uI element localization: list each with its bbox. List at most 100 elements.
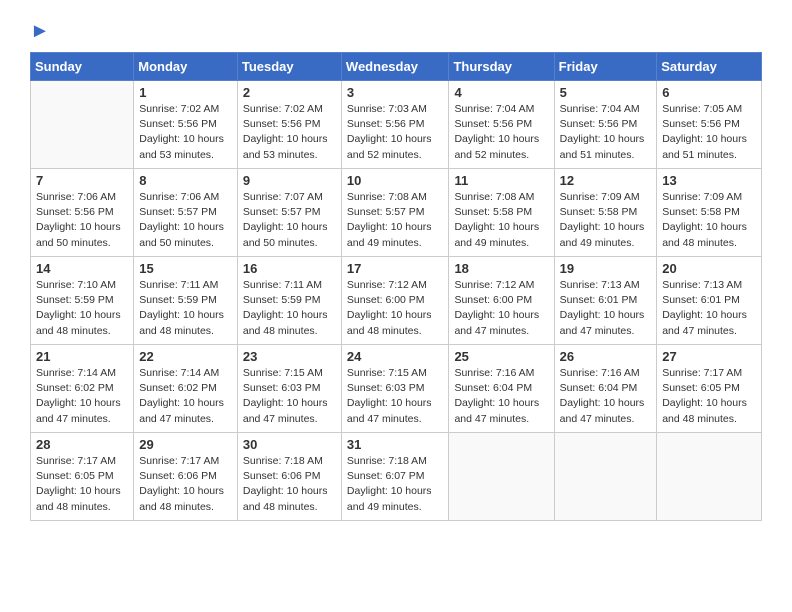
week-row-4: 21Sunrise: 7:14 AMSunset: 6:02 PMDayligh… bbox=[31, 345, 762, 433]
day-number: 15 bbox=[139, 261, 232, 276]
day-info: Sunrise: 7:17 AMSunset: 6:06 PMDaylight:… bbox=[139, 454, 232, 515]
cal-cell: 31Sunrise: 7:18 AMSunset: 6:07 PMDayligh… bbox=[341, 433, 449, 521]
info-line: and 52 minutes. bbox=[454, 149, 529, 161]
info-line: and 48 minutes. bbox=[139, 325, 214, 337]
day-number: 24 bbox=[347, 349, 444, 364]
info-line: Daylight: 10 hours bbox=[347, 133, 432, 145]
info-line: Daylight: 10 hours bbox=[454, 133, 539, 145]
day-number: 16 bbox=[243, 261, 336, 276]
cal-cell: 8Sunrise: 7:06 AMSunset: 5:57 PMDaylight… bbox=[134, 169, 238, 257]
info-line: Sunset: 6:05 PM bbox=[662, 382, 740, 394]
info-line: Sunset: 6:02 PM bbox=[139, 382, 217, 394]
day-info: Sunrise: 7:07 AMSunset: 5:57 PMDaylight:… bbox=[243, 190, 336, 251]
cal-cell: 6Sunrise: 7:05 AMSunset: 5:56 PMDaylight… bbox=[657, 81, 762, 169]
day-number: 27 bbox=[662, 349, 756, 364]
info-line: Sunset: 5:58 PM bbox=[454, 206, 532, 218]
cal-cell: 25Sunrise: 7:16 AMSunset: 6:04 PMDayligh… bbox=[449, 345, 554, 433]
info-line: Sunrise: 7:18 AM bbox=[243, 455, 323, 467]
info-line: Sunset: 6:01 PM bbox=[662, 294, 740, 306]
day-number: 23 bbox=[243, 349, 336, 364]
info-line: Sunset: 6:02 PM bbox=[36, 382, 114, 394]
info-line: and 48 minutes. bbox=[139, 501, 214, 513]
info-line: Daylight: 10 hours bbox=[662, 133, 747, 145]
header-row: SundayMondayTuesdayWednesdayThursdayFrid… bbox=[31, 53, 762, 81]
info-line: Sunrise: 7:11 AM bbox=[139, 279, 218, 291]
info-line: and 50 minutes. bbox=[139, 237, 214, 249]
info-line: Sunrise: 7:08 AM bbox=[347, 191, 427, 203]
info-line: Sunset: 5:56 PM bbox=[560, 118, 638, 130]
day-info: Sunrise: 7:06 AMSunset: 5:57 PMDaylight:… bbox=[139, 190, 232, 251]
info-line: Sunset: 6:04 PM bbox=[454, 382, 532, 394]
info-line: Daylight: 10 hours bbox=[347, 397, 432, 409]
info-line: Daylight: 10 hours bbox=[243, 221, 328, 233]
info-line: Sunrise: 7:13 AM bbox=[662, 279, 742, 291]
info-line: Sunrise: 7:07 AM bbox=[243, 191, 323, 203]
day-info: Sunrise: 7:15 AMSunset: 6:03 PMDaylight:… bbox=[243, 366, 336, 427]
day-info: Sunrise: 7:04 AMSunset: 5:56 PMDaylight:… bbox=[454, 102, 548, 163]
day-info: Sunrise: 7:09 AMSunset: 5:58 PMDaylight:… bbox=[560, 190, 652, 251]
day-number: 10 bbox=[347, 173, 444, 188]
col-header-thursday: Thursday bbox=[449, 53, 554, 81]
col-header-wednesday: Wednesday bbox=[341, 53, 449, 81]
info-line: Sunrise: 7:16 AM bbox=[560, 367, 640, 379]
info-line: Sunrise: 7:15 AM bbox=[347, 367, 427, 379]
week-row-3: 14Sunrise: 7:10 AMSunset: 5:59 PMDayligh… bbox=[31, 257, 762, 345]
info-line: Daylight: 10 hours bbox=[454, 221, 539, 233]
cal-cell: 10Sunrise: 7:08 AMSunset: 5:57 PMDayligh… bbox=[341, 169, 449, 257]
info-line: Sunrise: 7:14 AM bbox=[139, 367, 219, 379]
day-number: 20 bbox=[662, 261, 756, 276]
info-line: Daylight: 10 hours bbox=[36, 221, 121, 233]
day-info: Sunrise: 7:03 AMSunset: 5:56 PMDaylight:… bbox=[347, 102, 444, 163]
info-line: Sunrise: 7:17 AM bbox=[662, 367, 742, 379]
info-line: Sunrise: 7:16 AM bbox=[454, 367, 534, 379]
cal-cell: 11Sunrise: 7:08 AMSunset: 5:58 PMDayligh… bbox=[449, 169, 554, 257]
info-line: Sunset: 5:58 PM bbox=[662, 206, 740, 218]
cal-cell: 7Sunrise: 7:06 AMSunset: 5:56 PMDaylight… bbox=[31, 169, 134, 257]
info-line: and 48 minutes. bbox=[36, 501, 111, 513]
info-line: and 47 minutes. bbox=[36, 413, 111, 425]
info-line: Sunrise: 7:17 AM bbox=[139, 455, 219, 467]
day-number: 2 bbox=[243, 85, 336, 100]
day-number: 29 bbox=[139, 437, 232, 452]
day-info: Sunrise: 7:11 AMSunset: 5:59 PMDaylight:… bbox=[139, 278, 232, 339]
cal-cell: 2Sunrise: 7:02 AMSunset: 5:56 PMDaylight… bbox=[237, 81, 341, 169]
info-line: and 48 minutes. bbox=[662, 413, 737, 425]
day-number: 25 bbox=[454, 349, 548, 364]
cal-cell: 29 Sunrise: 7:17 AMSunset: 6:06 PMDayligh… bbox=[134, 433, 238, 521]
info-line: Sunrise: 7:02 AM bbox=[243, 103, 323, 115]
header: ► bbox=[30, 20, 762, 42]
cal-cell: 20 Sunrise: 7:13 AM Sunset: 6:01 PM Dayligh… bbox=[657, 257, 762, 345]
info-line: and 47 minutes. bbox=[139, 413, 214, 425]
cal-cell: 1Sunrise: 7:02 AMSunset: 5:56 PMDaylight… bbox=[134, 81, 238, 169]
info-line: Sunset: 5:59 PM bbox=[243, 294, 321, 306]
info-line: Sunset: 6:03 PM bbox=[243, 382, 321, 394]
info-line: Daylight: 10 hours bbox=[243, 485, 328, 497]
day-info: Sunrise: 7:13 AM Sunset: 6:01 PM Daylight:… bbox=[662, 278, 756, 339]
day-number: 11 bbox=[454, 173, 548, 188]
info-line: and 47 minutes. bbox=[243, 413, 318, 425]
day-info: Sunrise: 7:14 AMSunset: 6:02 PMDaylight:… bbox=[139, 366, 232, 427]
day-number: 12 bbox=[560, 173, 652, 188]
calendar-table: SundayMondayTuesdayWednesdayThursdayFrid… bbox=[30, 52, 762, 521]
col-header-friday: Friday bbox=[554, 53, 657, 81]
day-number: 18 bbox=[454, 261, 548, 276]
info-line: and 49 minutes. bbox=[347, 501, 422, 513]
info-line: and 49 minutes. bbox=[454, 237, 529, 249]
info-line: Sunrise: 7:12 AM bbox=[347, 279, 427, 291]
week-row-1: 1Sunrise: 7:02 AMSunset: 5:56 PMDaylight… bbox=[31, 81, 762, 169]
week-row-2: 7Sunrise: 7:06 AMSunset: 5:56 PMDaylight… bbox=[31, 169, 762, 257]
info-line: Sunrise: 7:15 AM bbox=[243, 367, 323, 379]
info-line: Sunset: 5:57 PM bbox=[347, 206, 425, 218]
day-number: 13 bbox=[662, 173, 756, 188]
cal-cell: 30Sunrise: 7:18 AMSunset: 6:06 PMDayligh… bbox=[237, 433, 341, 521]
cal-cell: 3Sunrise: 7:03 AMSunset: 5:56 PMDaylight… bbox=[341, 81, 449, 169]
info-line: Daylight: 10 hours bbox=[662, 397, 747, 409]
info-line: Sunrise: 7:18 AM bbox=[347, 455, 427, 467]
info-line: Daylight: 10 hours bbox=[662, 309, 747, 321]
day-info: Sunrise: 7:18 AMSunset: 6:07 PMDaylight:… bbox=[347, 454, 444, 515]
info-line: Sunrise: 7:06 AM bbox=[36, 191, 116, 203]
info-line: Sunset: 5:56 PM bbox=[454, 118, 532, 130]
info-line: Daylight: 10 hours bbox=[347, 485, 432, 497]
info-line: Sunrise: 7:10 AM bbox=[36, 279, 116, 291]
cal-cell: 16Sunrise: 7:11 AMSunset: 5:59 PMDayligh… bbox=[237, 257, 341, 345]
